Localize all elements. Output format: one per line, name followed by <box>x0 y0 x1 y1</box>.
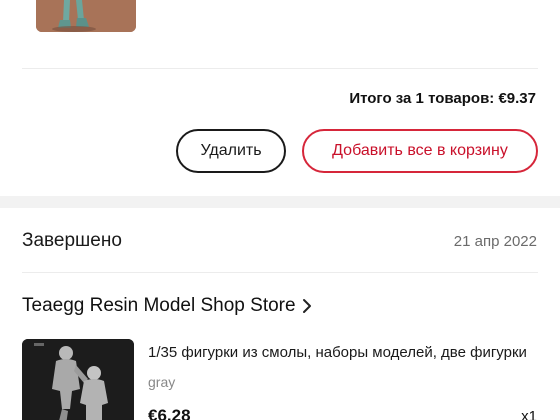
order-card-completed: Завершено 21 апр 2022 Teaegg Resin Model… <box>0 208 560 420</box>
orders-page: Итого за 1 товаров: €9.37 Удалить Добави… <box>0 0 560 420</box>
order-card-pending: Итого за 1 товаров: €9.37 Удалить Добави… <box>0 0 560 196</box>
product-title[interactable]: 1/35 фигурки из смолы, наборы моделей, д… <box>148 344 536 361</box>
order-total: Итого за 1 товаров: €9.37 <box>349 90 536 107</box>
section-separator <box>0 196 560 208</box>
product-price: €6.28 <box>148 406 191 420</box>
order-date: 21 апр 2022 <box>453 233 537 250</box>
chevron-right-icon <box>300 298 314 314</box>
store-name: Teaegg Resin Model Shop Store <box>22 295 296 316</box>
product-image-thumbnail[interactable] <box>36 0 136 32</box>
product-quantity: x1 <box>521 408 537 420</box>
delete-button[interactable]: Удалить <box>176 129 286 173</box>
store-link[interactable]: Teaegg Resin Model Shop Store <box>22 295 314 317</box>
divider <box>22 68 538 69</box>
product-variant: gray <box>148 374 176 390</box>
product-image[interactable] <box>22 339 134 420</box>
divider <box>22 272 538 273</box>
order-status: Завершено <box>22 230 122 251</box>
add-all-to-cart-button[interactable]: Добавить все в корзину <box>302 129 538 173</box>
